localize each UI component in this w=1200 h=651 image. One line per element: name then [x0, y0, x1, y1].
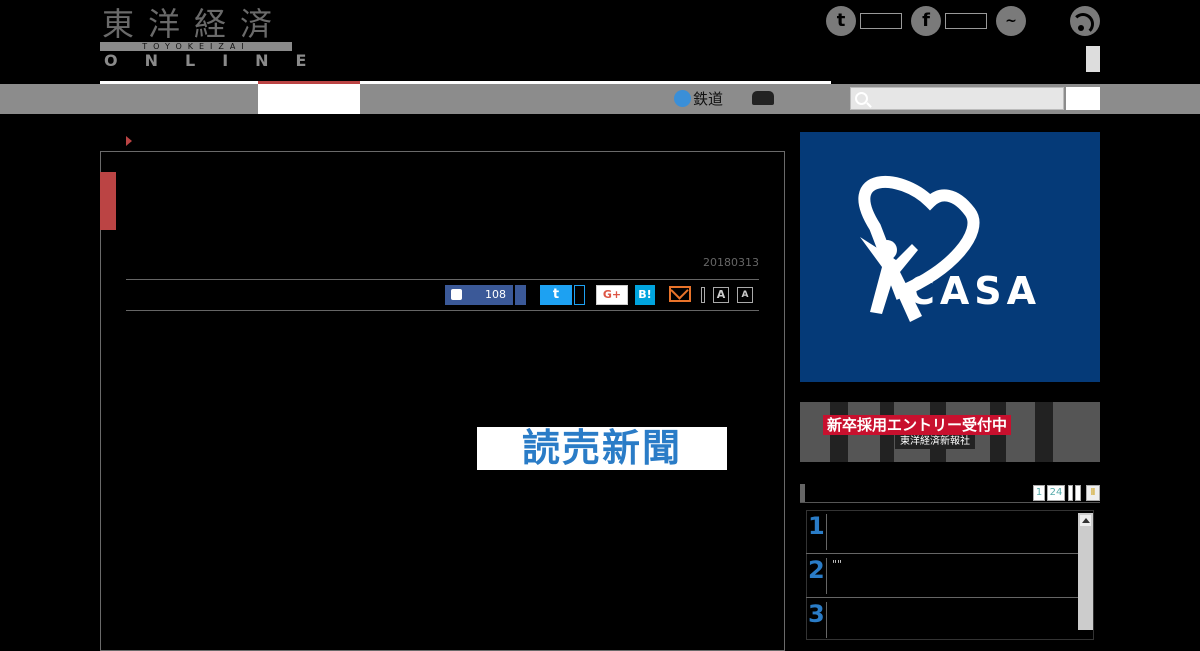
article-date: 20180313: [703, 256, 759, 269]
category-marker: [100, 172, 116, 230]
rss-arc: [1072, 13, 1094, 35]
ranking-divider: [826, 514, 827, 550]
breadcrumb-arrow-icon: [126, 136, 132, 146]
ranking-number: 2: [808, 556, 825, 584]
ranking-header-marker: [800, 484, 805, 502]
scroll-up-icon[interactable]: [1080, 515, 1091, 526]
article-paragraph: [158, 568, 723, 628]
font-large-button[interactable]: A: [713, 287, 729, 303]
twitter-share-button[interactable]: t: [540, 285, 572, 305]
ranking-divider: [826, 558, 827, 594]
recruit-subtitle: 東洋経済新報社: [895, 435, 975, 449]
ranking-number: 3: [808, 600, 825, 628]
search-button[interactable]: [1066, 87, 1100, 110]
casa-heart-logo: [858, 176, 980, 322]
ranking-tab-1h[interactable]: 1: [1033, 485, 1045, 501]
nav-item-railway[interactable]: 鉄道: [674, 88, 723, 110]
share-divider-bottom: [126, 310, 759, 311]
article-paragraph: [158, 337, 723, 412]
facebook-share-button[interactable]: [515, 285, 526, 305]
nav-tab-active[interactable]: [258, 84, 360, 114]
logo-subtitle: TOYOKEIZAI: [100, 42, 292, 51]
recruit-banner[interactable]: 新卒採用エントリー受付中 東洋経済新報社: [800, 402, 1100, 462]
share-divider-top: [126, 279, 759, 280]
nav-item-railway-label: 鉄道: [693, 90, 724, 108]
recruit-photo-person: [1035, 402, 1053, 462]
train-icon: [674, 90, 691, 107]
ranking-item[interactable]: 3: [806, 598, 1079, 642]
site-logo[interactable]: 東洋経済: [102, 4, 286, 44]
facebook-like-button[interactable]: 108: [445, 285, 513, 305]
font-small-button[interactable]: A: [737, 287, 753, 303]
nav-top-rule: [100, 81, 831, 84]
ranking-tab-weekly[interactable]: [1068, 485, 1073, 501]
ranking-tab-more[interactable]: Ⅱ: [1086, 485, 1100, 501]
casa-ad-banner[interactable]: CASA: [800, 132, 1100, 382]
casa-label: CASA: [907, 269, 1042, 313]
car-icon[interactable]: [752, 91, 774, 105]
font-size-separator: [701, 287, 705, 303]
ranking-divider: [826, 602, 827, 638]
recruit-title: 新卒採用エントリー受付中: [823, 415, 1012, 435]
twitter-follow-count: [860, 13, 902, 29]
facebook-like-count: [945, 13, 987, 29]
ranking-item[interactable]: 2 "": [806, 554, 1079, 598]
like-count: 108: [485, 288, 506, 301]
login-button[interactable]: [1086, 46, 1100, 72]
ranking-number: 1: [808, 512, 825, 540]
thumbs-up-icon: [451, 289, 462, 300]
google-plus-button[interactable]: G+: [596, 285, 628, 305]
ranking-title: "": [832, 558, 843, 571]
mail-icon[interactable]: [669, 286, 691, 302]
yomiuri-ad[interactable]: 読売新聞: [477, 427, 727, 470]
ranking-scrollbar[interactable]: [1078, 513, 1093, 630]
twitter-share-count: [574, 285, 585, 305]
logo-online: ONLINE: [104, 51, 334, 70]
hatena-bookmark-button[interactable]: B!: [635, 285, 655, 305]
ranking-tab-24h[interactable]: 24: [1047, 485, 1065, 501]
messenger-icon[interactable]: ~: [996, 6, 1026, 36]
ranking-item[interactable]: 1: [806, 510, 1079, 554]
facebook-icon[interactable]: f: [911, 6, 941, 36]
search-input[interactable]: [850, 87, 1064, 110]
twitter-icon[interactable]: t: [826, 6, 856, 36]
ranking-tab-monthly[interactable]: [1075, 485, 1081, 501]
